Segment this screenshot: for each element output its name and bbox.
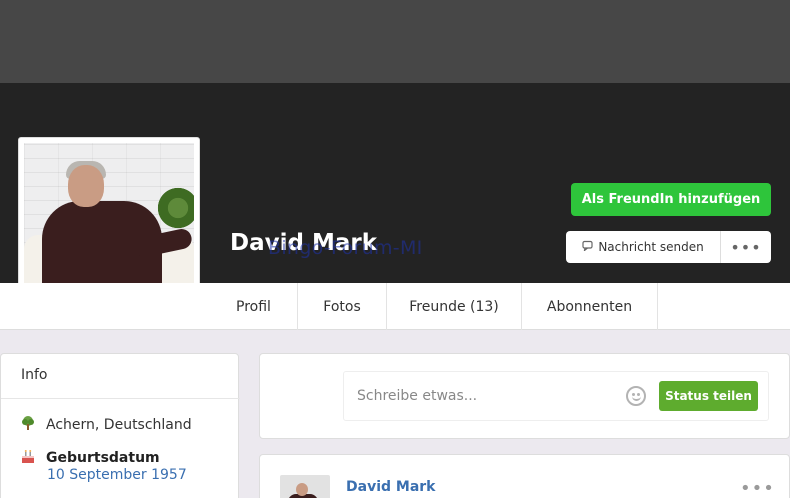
cover-top-band [0,0,790,83]
send-message-button[interactable]: Nachricht senden [566,231,721,263]
tab-profil[interactable]: Profil [210,283,298,330]
post-card [259,454,790,498]
info-divider [1,398,240,399]
cake-icon [20,448,36,468]
tab-abonnenten[interactable]: Abonnenten [522,283,658,330]
profile-tabs: Profil Fotos Freunde (13) Abonnenten [0,283,790,330]
birthday-value: 10 September 1957 [47,467,187,483]
post-more-button[interactable]: ••• [740,478,775,498]
tab-freunde[interactable]: Freunde (13) [387,283,522,330]
info-title: Info [21,367,48,383]
birthday-row: Geburtsdatum [20,448,160,468]
watermark: Bingo-Forum-MI [268,237,423,259]
message-icon [582,240,593,254]
location-text: Achern, Deutschland [46,417,192,433]
birthday-label: Geburtsdatum [46,450,160,466]
send-message-label: Nachricht senden [598,240,704,254]
share-status-button[interactable]: Status teilen [659,381,758,411]
tab-fotos[interactable]: Fotos [298,283,387,330]
post-author-link[interactable]: David Mark [346,479,435,495]
add-friend-button[interactable]: Als FreundIn hinzufügen [571,183,771,216]
status-input[interactable] [357,385,617,407]
smiley-icon[interactable] [626,386,646,406]
tree-icon [20,415,36,435]
profile-page: David Mark Bingo-Forum-MI Als FreundIn h… [0,0,790,498]
location-row: Achern, Deutschland [20,415,192,435]
more-options-button[interactable]: ••• [721,231,771,263]
profile-action-group: Nachricht senden ••• [566,231,771,263]
post-avatar[interactable] [280,475,330,498]
